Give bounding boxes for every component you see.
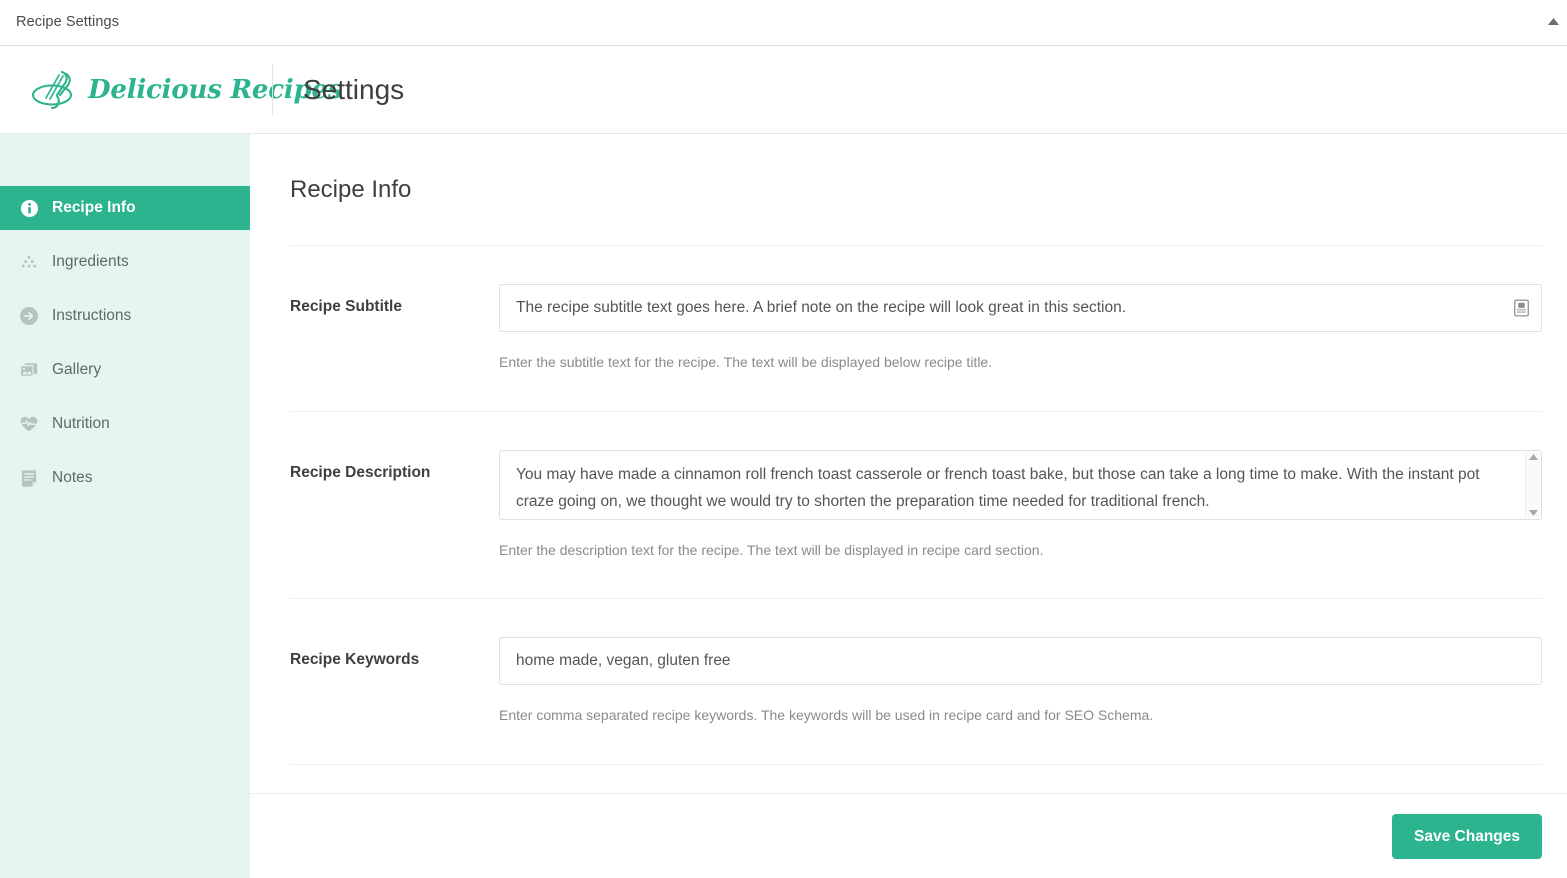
notes-document-icon xyxy=(18,467,40,489)
info-circle-icon xyxy=(18,197,40,219)
header-divider xyxy=(272,65,273,115)
sidebar-item-label: Notes xyxy=(52,469,93,486)
textarea-scrollbar[interactable] xyxy=(1525,451,1540,518)
brand[interactable]: Delicious Recipes xyxy=(0,68,343,112)
recipe-description-textarea[interactable]: You may have made a cinnamon roll french… xyxy=(499,449,1542,520)
sidebar-item-notes[interactable]: Notes xyxy=(0,456,250,500)
textarea-value: You may have made a cinnamon roll french… xyxy=(516,465,1480,510)
scroll-up-arrow-icon[interactable] xyxy=(1545,14,1561,30)
ingredients-dots-icon xyxy=(18,251,40,273)
sidebar-item-recipe-info[interactable]: Recipe Info xyxy=(0,186,250,230)
field-control: You may have made a cinnamon roll french… xyxy=(499,449,1542,561)
field-label: Recipe Keywords xyxy=(290,651,420,669)
field-recipe-description: Recipe Description You may have made a c… xyxy=(290,412,1542,599)
sidebar-item-label: Gallery xyxy=(52,361,102,378)
page-title: Settings xyxy=(303,74,405,105)
app-header: Delicious Recipes Settings xyxy=(0,47,1567,134)
recipe-keywords-input[interactable]: home made, vegan, gluten free xyxy=(499,637,1542,686)
footer-bar: Save Changes xyxy=(250,793,1567,878)
field-control: home made, vegan, gluten free Enter comm… xyxy=(499,637,1542,726)
sidebar-item-instructions[interactable]: Instructions xyxy=(0,294,250,338)
input-value: home made, vegan, gluten free xyxy=(516,652,731,670)
recipe-subtitle-input[interactable]: The recipe subtitle text goes here. A br… xyxy=(499,284,1542,332)
sidebar-item-label: Nutrition xyxy=(52,415,110,432)
scroll-up-arrow-glyph xyxy=(1547,18,1559,25)
window-top-bar: Recipe Settings xyxy=(0,0,1567,46)
scrollbar-up-arrow-icon[interactable] xyxy=(1528,453,1538,461)
image-stack-icon xyxy=(18,359,40,381)
scrollbar-down-arrow-icon[interactable] xyxy=(1528,509,1538,516)
field-recipe-keywords: Recipe Keywords home made, vegan, gluten… xyxy=(290,599,1542,764)
field-label: Recipe Subtitle xyxy=(290,298,402,315)
field-control: The recipe subtitle text goes here. A br… xyxy=(499,284,1542,373)
field-divider xyxy=(290,763,1542,765)
main-content: Recipe Info Recipe Subtitle The recipe s… xyxy=(250,134,1567,878)
sidebar-item-label: Instructions xyxy=(52,307,132,324)
sidebar-item-ingredients[interactable]: Ingredients xyxy=(0,240,250,284)
sidebar: Recipe Info Ingredients Instructions Gal… xyxy=(0,134,250,878)
field-help: Enter the description text for the recip… xyxy=(499,541,1044,558)
section-title: Recipe Info xyxy=(290,176,412,203)
field-help: Enter the subtitle text for the recipe. … xyxy=(499,354,993,370)
sidebar-item-label: Ingredients xyxy=(52,253,129,270)
heart-pulse-icon xyxy=(18,413,40,435)
body-wrapper: Recipe Info Ingredients Instructions Gal… xyxy=(0,134,1567,878)
whisk-icon xyxy=(31,70,73,110)
sidebar-item-label: Recipe Info xyxy=(52,199,136,216)
input-value: The recipe subtitle text goes here. A br… xyxy=(516,299,1127,316)
arrow-right-circle-icon xyxy=(18,305,40,327)
sidebar-item-nutrition[interactable]: Nutrition xyxy=(0,402,250,446)
sidebar-item-gallery[interactable]: Gallery xyxy=(0,348,250,392)
save-changes-button[interactable]: Save Changes xyxy=(1392,814,1542,859)
content-inner: Recipe Info Recipe Subtitle The recipe s… xyxy=(250,134,1567,765)
window-title: Recipe Settings xyxy=(16,14,120,30)
autofill-icon[interactable] xyxy=(1513,299,1530,317)
field-recipe-subtitle: Recipe Subtitle The recipe subtitle text… xyxy=(290,246,1542,411)
field-label: Recipe Description xyxy=(290,463,431,481)
field-help: Enter comma separated recipe keywords. T… xyxy=(499,707,1154,724)
sidebar-top-spacer xyxy=(0,134,250,186)
